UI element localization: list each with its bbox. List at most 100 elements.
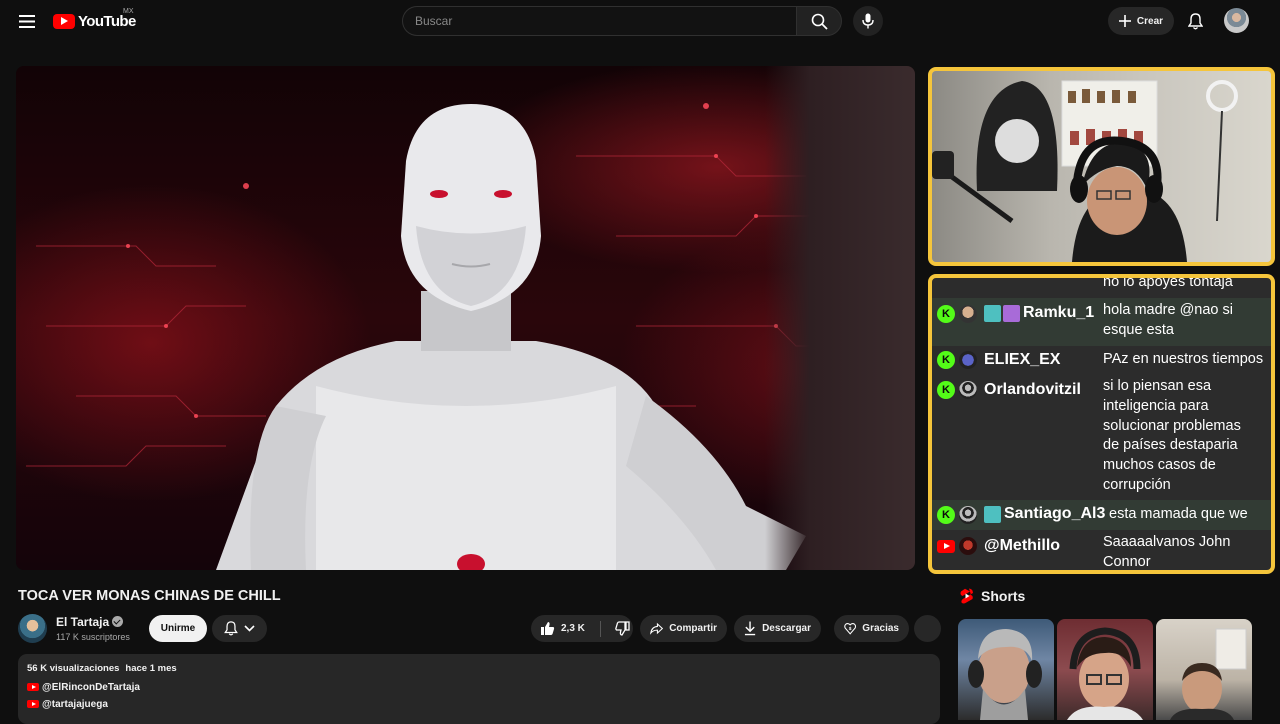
account-avatar[interactable] xyxy=(1224,8,1249,33)
like-separator xyxy=(599,620,601,637)
short-thumbnail-image xyxy=(1170,628,1247,720)
thumbs-up-icon xyxy=(541,622,555,635)
chat-message-line: PAz en nuestros tiempos xyxy=(1103,351,1264,367)
chat-message-line: esque esta xyxy=(1103,322,1174,338)
chat-message-line: hola madre @nao si xyxy=(1103,302,1233,318)
join-button[interactable]: Unirme xyxy=(149,615,207,642)
download-button[interactable]: Descargar xyxy=(734,615,821,642)
download-icon xyxy=(744,621,756,636)
kick-icon: K xyxy=(937,305,955,323)
webcam-scene xyxy=(932,80,1238,262)
bell-icon xyxy=(1187,12,1203,29)
shorts-heading: Shorts xyxy=(960,588,1025,604)
voice-search-button[interactable] xyxy=(853,6,883,36)
share-icon xyxy=(650,622,664,635)
description-link-text: @tartajajuega xyxy=(42,698,108,710)
share-label: Compartir xyxy=(669,623,717,634)
share-button[interactable]: Compartir xyxy=(640,615,727,642)
chat-message-line: solucionar problemas xyxy=(1103,418,1241,434)
chat-message-line: si lo piensan esa xyxy=(1103,378,1212,394)
menu-icon[interactable] xyxy=(14,9,40,33)
youtube-icon xyxy=(27,683,39,691)
channel-name-row[interactable]: El Tartaja xyxy=(56,615,124,629)
youtube-icon xyxy=(937,540,955,553)
top-bar: YouTube MX Crear xyxy=(0,0,1280,42)
chat-message-line: Connor xyxy=(1103,554,1151,570)
chat-message-line: esta mamada que we xyxy=(1109,506,1248,522)
description-box[interactable]: 56 K visualizaciones hace 1 mes @ElRincon… xyxy=(18,654,940,724)
short-thumbnail[interactable] xyxy=(1156,619,1252,720)
chat-message: K Santiago_Al3 esta mamada que we xyxy=(932,500,1271,530)
view-count: 56 K visualizaciones xyxy=(27,663,120,674)
kick-icon: K xyxy=(937,506,955,524)
chat-username: Ramku_1 xyxy=(1023,304,1095,321)
country-code: MX xyxy=(123,8,134,15)
more-actions-button[interactable] xyxy=(914,615,941,642)
subscriber-badge-icon xyxy=(984,506,1001,523)
search-input[interactable] xyxy=(403,7,796,35)
description-meta: 56 K visualizaciones hace 1 mes xyxy=(27,663,931,674)
chat-message-line: muchos casos de xyxy=(1103,457,1216,473)
chat-message: K Ramku_1 hola madre @nao si esque esta xyxy=(932,298,1271,346)
like-count: 2,3 K xyxy=(561,623,585,634)
shorts-icon xyxy=(960,588,973,604)
description-link[interactable]: @tartajajuega xyxy=(27,698,931,710)
video-title: TOCA VER MONAS CHINAS DE CHILL xyxy=(18,588,281,604)
chat-message: @Methillo Saaaaalvanos John Connor xyxy=(932,530,1271,570)
live-chat-overlay: no lo apoyes tontaja K Ramku_1 hola madr… xyxy=(928,274,1275,574)
chat-message-line: corrupción xyxy=(1103,477,1171,493)
create-button[interactable]: Crear xyxy=(1108,7,1174,35)
thanks-button[interactable]: $ Gracias xyxy=(834,615,909,642)
subscriber-badge-icon xyxy=(984,305,1001,322)
chat-username: ELIEX_EX xyxy=(984,351,1061,368)
bell-icon xyxy=(224,621,238,636)
notifications-button[interactable] xyxy=(1182,8,1208,34)
channel-avatar[interactable] xyxy=(18,614,47,643)
video-right-panel xyxy=(765,66,915,570)
download-label: Descargar xyxy=(762,623,811,634)
webcam-overlay xyxy=(928,67,1275,266)
thanks-heart-icon: $ xyxy=(844,622,857,635)
youtube-logo-icon xyxy=(53,13,75,29)
search-box xyxy=(402,6,796,36)
chat-message-partial: no lo apoyes tontaja xyxy=(1103,274,1233,290)
verified-icon xyxy=(112,616,124,627)
description-link-text: @ElRinconDeTartaja xyxy=(42,681,140,693)
short-thumbnail[interactable] xyxy=(958,619,1054,720)
kick-icon: K xyxy=(937,381,955,399)
user-avatar xyxy=(959,305,977,323)
chat-username: Orlandovitzil xyxy=(984,381,1081,398)
like-dislike-group: 2,3 K xyxy=(531,615,633,642)
like-button[interactable]: 2,3 K xyxy=(531,615,585,642)
search-button[interactable] xyxy=(796,6,842,36)
create-label: Crear xyxy=(1136,15,1164,27)
chat-message: K ELIEX_EX PAz en nuestros tiempos xyxy=(932,346,1271,375)
user-avatar xyxy=(959,537,977,555)
short-thumbnail[interactable] xyxy=(1057,619,1153,720)
dislike-button[interactable] xyxy=(615,621,630,636)
chat-username: @Methillo xyxy=(984,537,1061,554)
channel-name: El Tartaja xyxy=(56,615,110,629)
user-avatar xyxy=(959,351,977,369)
logo-text: YouTube xyxy=(78,12,136,30)
chat-message-line: inteligencia para xyxy=(1103,398,1209,414)
chevron-down-icon xyxy=(244,625,255,632)
channel-subscribers: 117 K suscriptores xyxy=(56,632,130,642)
plus-icon xyxy=(1118,15,1131,27)
chat-message-line: Saaaaalvanos John xyxy=(1103,534,1231,550)
microphone-icon xyxy=(862,13,874,29)
short-thumbnail-image xyxy=(1067,627,1143,720)
chat-message: K Orlandovitzil si lo piensan esa inteli… xyxy=(932,375,1271,500)
kick-icon: K xyxy=(937,351,955,369)
user-avatar xyxy=(959,381,977,399)
description-link[interactable]: @ElRinconDeTartaja xyxy=(27,681,931,693)
thanks-label: Gracias xyxy=(862,623,899,634)
short-thumbnail-image xyxy=(968,629,1042,720)
chat-username: Santiago_Al3 xyxy=(1004,505,1106,522)
upload-date: hace 1 mes xyxy=(125,663,177,674)
gift-badge-icon xyxy=(1003,305,1020,322)
subscription-notifications-button[interactable] xyxy=(212,615,267,642)
thumbs-down-icon xyxy=(615,621,630,636)
video-player[interactable] xyxy=(16,66,915,570)
shorts-title: Shorts xyxy=(981,588,1026,604)
